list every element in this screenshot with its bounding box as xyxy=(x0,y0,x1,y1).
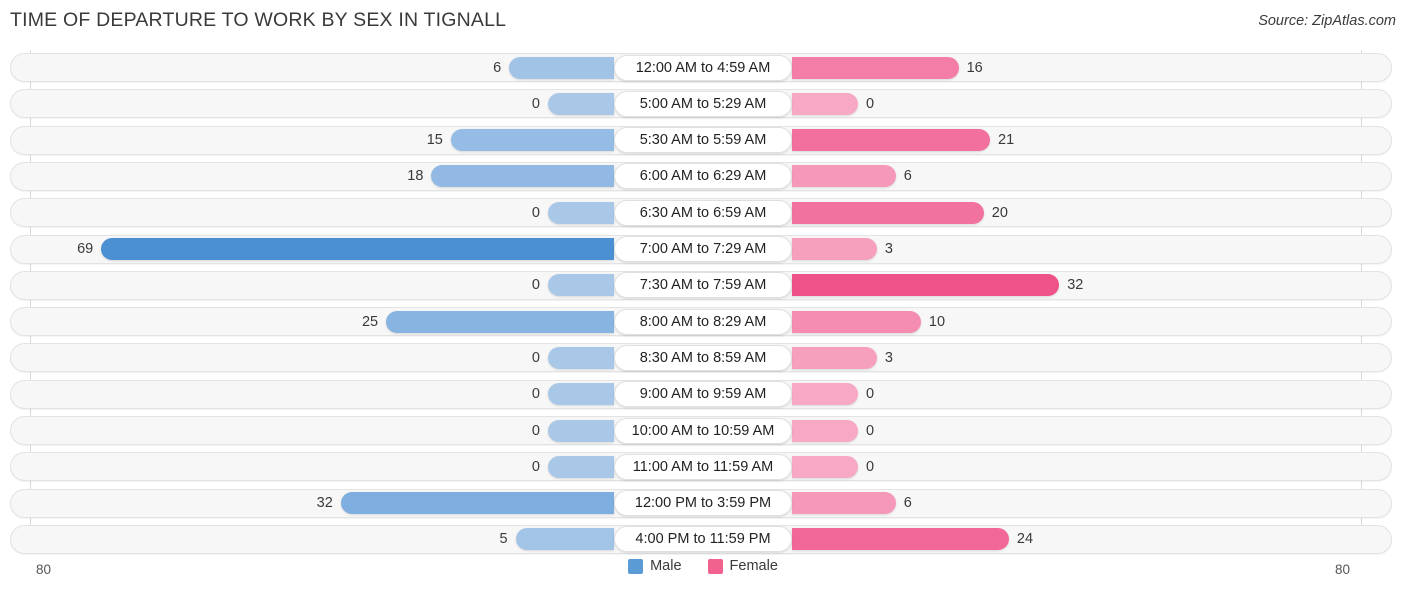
bar-value-female: 21 xyxy=(998,132,1015,149)
bar-male xyxy=(548,419,614,442)
category-label: 4:00 PM to 11:59 PM xyxy=(614,526,792,553)
bar-female xyxy=(792,492,896,515)
bar-row-6: 0 32 7:30 AM to 7:59 AM xyxy=(0,271,1406,300)
bar-row-0: 6 16 12:00 AM to 4:59 AM xyxy=(0,53,1406,82)
page-title: TIME OF DEPARTURE TO WORK BY SEX IN TIGN… xyxy=(10,9,507,31)
category-label: 10:00 AM to 10:59 AM xyxy=(614,417,792,444)
bar-value-male: 0 xyxy=(531,422,540,439)
bar-female xyxy=(792,383,858,406)
bar-value-male: 0 xyxy=(531,386,540,403)
bar-row-1: 0 0 5:00 AM to 5:29 AM xyxy=(0,89,1406,118)
legend-label: Male xyxy=(650,558,682,574)
bar-male xyxy=(509,56,614,79)
category-label: 5:30 AM to 5:59 AM xyxy=(614,127,792,154)
category-label: 6:30 AM to 6:59 AM xyxy=(614,199,792,226)
bar-male xyxy=(101,238,614,260)
category-label: 12:00 AM to 4:59 AM xyxy=(614,54,792,81)
bar-female xyxy=(792,419,858,442)
bar-row-13: 5 24 4:00 PM to 11:59 PM xyxy=(0,525,1406,554)
category-label: 9:00 AM to 9:59 AM xyxy=(614,381,792,408)
bar-value-female: 3 xyxy=(884,349,893,366)
bar-value-female: 0 xyxy=(866,95,875,112)
category-label: 7:30 AM to 7:59 AM xyxy=(614,272,792,299)
bar-value-female: 24 xyxy=(1016,531,1034,548)
bar-female xyxy=(792,165,896,188)
category-label: 7:00 AM to 7:29 AM xyxy=(614,236,792,262)
bar-value-male: 5 xyxy=(499,531,508,548)
bar-value-male: 0 xyxy=(531,204,540,221)
bar-female xyxy=(792,129,991,152)
bar-value-female: 10 xyxy=(928,313,946,330)
bar-female xyxy=(792,528,1009,551)
bar-male xyxy=(386,310,614,333)
bar-row-8: 0 3 8:30 AM to 8:59 AM xyxy=(0,343,1406,372)
bar-row-2: 15 21 5:30 AM to 5:59 AM xyxy=(0,126,1406,155)
bar-row-10: 0 0 10:00 AM to 10:59 AM xyxy=(0,416,1406,445)
bar-value-male: 15 xyxy=(426,132,443,149)
bar-male xyxy=(548,92,614,115)
bar-row-3: 18 6 6:00 AM to 6:29 AM xyxy=(0,162,1406,191)
bar-male xyxy=(431,165,614,188)
category-label: 12:00 PM to 3:59 PM xyxy=(614,490,792,517)
bar-male xyxy=(548,346,614,369)
bar-value-female: 3 xyxy=(884,241,893,257)
chart-legend: Male Female xyxy=(0,558,1406,574)
bar-value-female: 6 xyxy=(903,495,912,512)
bar-male xyxy=(548,455,614,478)
bar-male xyxy=(450,129,614,152)
bar-row-11: 0 0 11:00 AM to 11:59 AM xyxy=(0,452,1406,481)
legend-item-female[interactable]: Female xyxy=(707,558,778,574)
bar-value-male: 0 xyxy=(531,277,540,294)
bar-row-7: 25 10 8:00 AM to 8:29 AM xyxy=(0,307,1406,336)
category-label: 6:00 AM to 6:29 AM xyxy=(614,163,792,190)
category-label: 8:00 AM to 8:29 AM xyxy=(614,308,792,335)
bar-female xyxy=(792,92,858,115)
bar-value-female: 20 xyxy=(991,204,1008,221)
plot-area: 6 16 12:00 AM to 4:59 AM 0 0 5:00 AM to 5:29 … xyxy=(0,50,1406,555)
bar-female xyxy=(792,238,877,260)
bar-value-male: 18 xyxy=(407,168,424,185)
category-label: 5:00 AM to 5:29 AM xyxy=(614,90,792,117)
bar-female xyxy=(792,455,858,478)
bar-female xyxy=(792,310,921,333)
bar-value-female: 32 xyxy=(1067,277,1084,294)
bar-male xyxy=(548,274,614,297)
bar-row-12: 32 6 12:00 PM to 3:59 PM xyxy=(0,489,1406,518)
bar-male xyxy=(548,383,614,406)
bar-value-male: 6 xyxy=(493,59,502,76)
bar-female xyxy=(792,201,984,224)
bar-value-male: 0 xyxy=(531,95,540,112)
source-attribution: Source: ZipAtlas.com xyxy=(1258,13,1396,29)
legend-swatch-icon xyxy=(628,558,644,574)
bar-value-female: 6 xyxy=(903,168,912,185)
category-label: 8:30 AM to 8:59 AM xyxy=(614,344,792,371)
bar-value-male: 0 xyxy=(531,458,540,475)
bar-row-5: 69 3 7:00 AM to 7:29 AM xyxy=(0,235,1406,264)
bar-female xyxy=(792,274,1060,297)
chart-root: TIME OF DEPARTURE TO WORK BY SEX IN TIGN… xyxy=(0,0,1406,595)
bar-male xyxy=(548,201,614,224)
bar-value-male: 25 xyxy=(361,313,379,330)
category-label: 11:00 AM to 11:59 AM xyxy=(614,453,792,480)
bar-male xyxy=(515,528,614,551)
legend-label: Female xyxy=(729,558,778,574)
bar-value-female: 0 xyxy=(866,386,875,403)
bar-male xyxy=(340,492,614,515)
legend-item-male[interactable]: Male xyxy=(628,558,682,574)
bar-value-male: 32 xyxy=(316,495,333,512)
bar-value-female: 16 xyxy=(966,59,983,76)
bar-row-9: 0 0 9:00 AM to 9:59 AM xyxy=(0,380,1406,409)
bar-value-male: 0 xyxy=(531,349,540,366)
bar-value-male: 69 xyxy=(77,241,94,257)
legend-swatch-icon xyxy=(707,558,723,574)
bar-value-female: 0 xyxy=(866,458,875,475)
bar-row-4: 0 20 6:30 AM to 6:59 AM xyxy=(0,198,1406,227)
bar-female xyxy=(792,56,959,79)
bar-value-female: 0 xyxy=(866,422,875,439)
bar-female xyxy=(792,346,877,369)
